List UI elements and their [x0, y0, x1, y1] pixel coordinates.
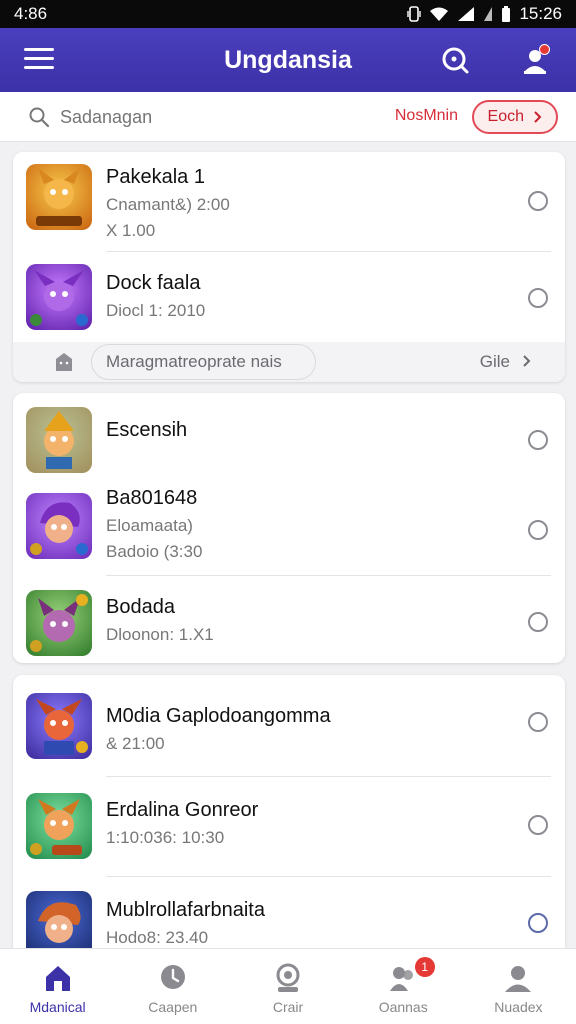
row-title: Ba801648	[106, 487, 198, 509]
row-title: Bodada	[106, 596, 175, 618]
wifi-icon	[430, 7, 449, 21]
nav-item-clock[interactable]: Caapen	[115, 949, 230, 1024]
row-subtitle: Diocl 1: 2010	[106, 301, 206, 320]
game-avatar	[26, 590, 92, 656]
list-item[interactable]: Erdalina Gonreor 1:10:036: 10:30	[13, 777, 565, 877]
nav-label: Caapen	[148, 999, 198, 1015]
filter-chip-label: Eoch	[487, 108, 524, 125]
status-bar: 4:86 15:26	[0, 0, 576, 28]
list-item[interactable]: Escensih	[13, 393, 565, 483]
list-item[interactable]: Dock faala Diocl 1: 2010	[13, 252, 565, 344]
chevron-right-icon	[534, 111, 542, 123]
footer-label: Maragmatreoprate nais	[106, 352, 282, 371]
row-subtitle: Eloamaata)	[106, 516, 193, 535]
vibrate-icon	[407, 6, 422, 22]
nav-item-chat[interactable]: Crair	[230, 949, 345, 1024]
group-card-1: Pakekala 1 Cnamant&) 2:00 X 1.00 Dock fa…	[13, 152, 565, 382]
group-card-2: Escensih Ba801648 Eloamaata) Badoio (3:3…	[13, 393, 565, 663]
chat-icon	[276, 963, 300, 992]
select-radio[interactable]	[528, 520, 548, 540]
nav-item-home[interactable]: Mdanical	[0, 949, 115, 1024]
nav-label: Mdanical	[29, 999, 86, 1015]
notification-dot	[539, 44, 550, 55]
select-radio[interactable]	[528, 815, 548, 835]
home-icon	[45, 966, 70, 991]
select-radio[interactable]	[528, 913, 548, 933]
nav-label: Crair	[272, 999, 304, 1015]
select-radio[interactable]	[528, 430, 548, 450]
app-bar: Ungdansia	[0, 28, 576, 92]
nav-item-profile[interactable]: Nuadex	[461, 949, 576, 1024]
status-time-left: 4:86	[14, 4, 48, 23]
chevron-right-icon	[523, 355, 531, 367]
row-title: Pakekala 1	[106, 166, 205, 188]
game-avatar	[26, 407, 92, 473]
row-subtitle-2: Badoio (3:30	[106, 542, 203, 561]
account-icon[interactable]	[518, 44, 552, 78]
list-item[interactable]: Bodada Dloonon: 1.X1	[13, 576, 565, 663]
row-subtitle: 1:10:036: 10:30	[106, 828, 225, 847]
app-title: Ungdansia	[224, 45, 352, 74]
game-avatar	[26, 264, 92, 330]
nav-badge: 1	[414, 957, 435, 977]
battery-icon	[502, 6, 511, 22]
card-footer[interactable]: Maragmatreoprate nais Gile	[13, 342, 565, 382]
status-time-right: 15:26	[519, 4, 562, 23]
list-item[interactable]: Pakekala 1 Cnamant&) 2:00 X 1.00	[13, 152, 565, 252]
nav-label: Nuadex	[494, 999, 543, 1015]
row-title: M0dia Gaplodoangomma	[106, 705, 331, 727]
game-avatar	[26, 164, 92, 230]
select-radio[interactable]	[528, 712, 548, 732]
signal-icon-2	[484, 7, 493, 21]
group-card-3: M0dia Gaplodoangomma & 21:00 Erdalina Go…	[13, 675, 565, 965]
search-icon	[29, 107, 50, 128]
row-title: Mublrollafarbnaita	[106, 899, 265, 921]
search-input[interactable]	[60, 104, 360, 130]
row-subtitle: Cnamant&) 2:00	[106, 195, 230, 214]
row-subtitle: Hodo8: 23.40	[106, 928, 209, 947]
filter-label[interactable]: NosMnin	[395, 107, 458, 125]
signal-icon	[458, 7, 475, 21]
people-icon	[390, 967, 414, 991]
game-avatar	[26, 493, 92, 559]
game-avatar	[26, 693, 92, 759]
row-title: Dock faala	[106, 272, 201, 294]
row-subtitle: & 21:00	[106, 734, 165, 753]
row-subtitle: Dloonon: 1.X1	[106, 625, 214, 644]
row-subtitle-2: X 1.00	[106, 221, 156, 240]
row-title: Escensih	[106, 419, 188, 441]
nav-label: Oannas	[378, 999, 428, 1015]
bottom-navigation: Mdanical Caapen Crair 1 Oannas Nuadex	[0, 948, 576, 1024]
select-radio[interactable]	[528, 612, 548, 632]
search-bar: NosMnin Eoch	[0, 92, 576, 142]
list-item[interactable]: Ba801648 Eloamaata) Badoio (3:30	[13, 483, 565, 576]
profile-icon	[505, 966, 532, 992]
search-help-icon[interactable]	[438, 44, 472, 78]
list-item[interactable]: M0dia Gaplodoangomma & 21:00	[13, 675, 565, 777]
row-title: Erdalina Gonreor	[106, 799, 259, 821]
store-icon	[56, 353, 72, 371]
footer-link[interactable]: Gile	[480, 352, 510, 372]
status-icons: 15:26	[407, 4, 562, 24]
select-radio[interactable]	[528, 191, 548, 211]
nav-item-people[interactable]: 1 Oannas	[346, 949, 461, 1024]
game-avatar	[26, 793, 92, 859]
clock-icon	[160, 965, 185, 989]
filter-chip-button[interactable]: Eoch	[471, 100, 558, 134]
select-radio[interactable]	[528, 288, 548, 308]
